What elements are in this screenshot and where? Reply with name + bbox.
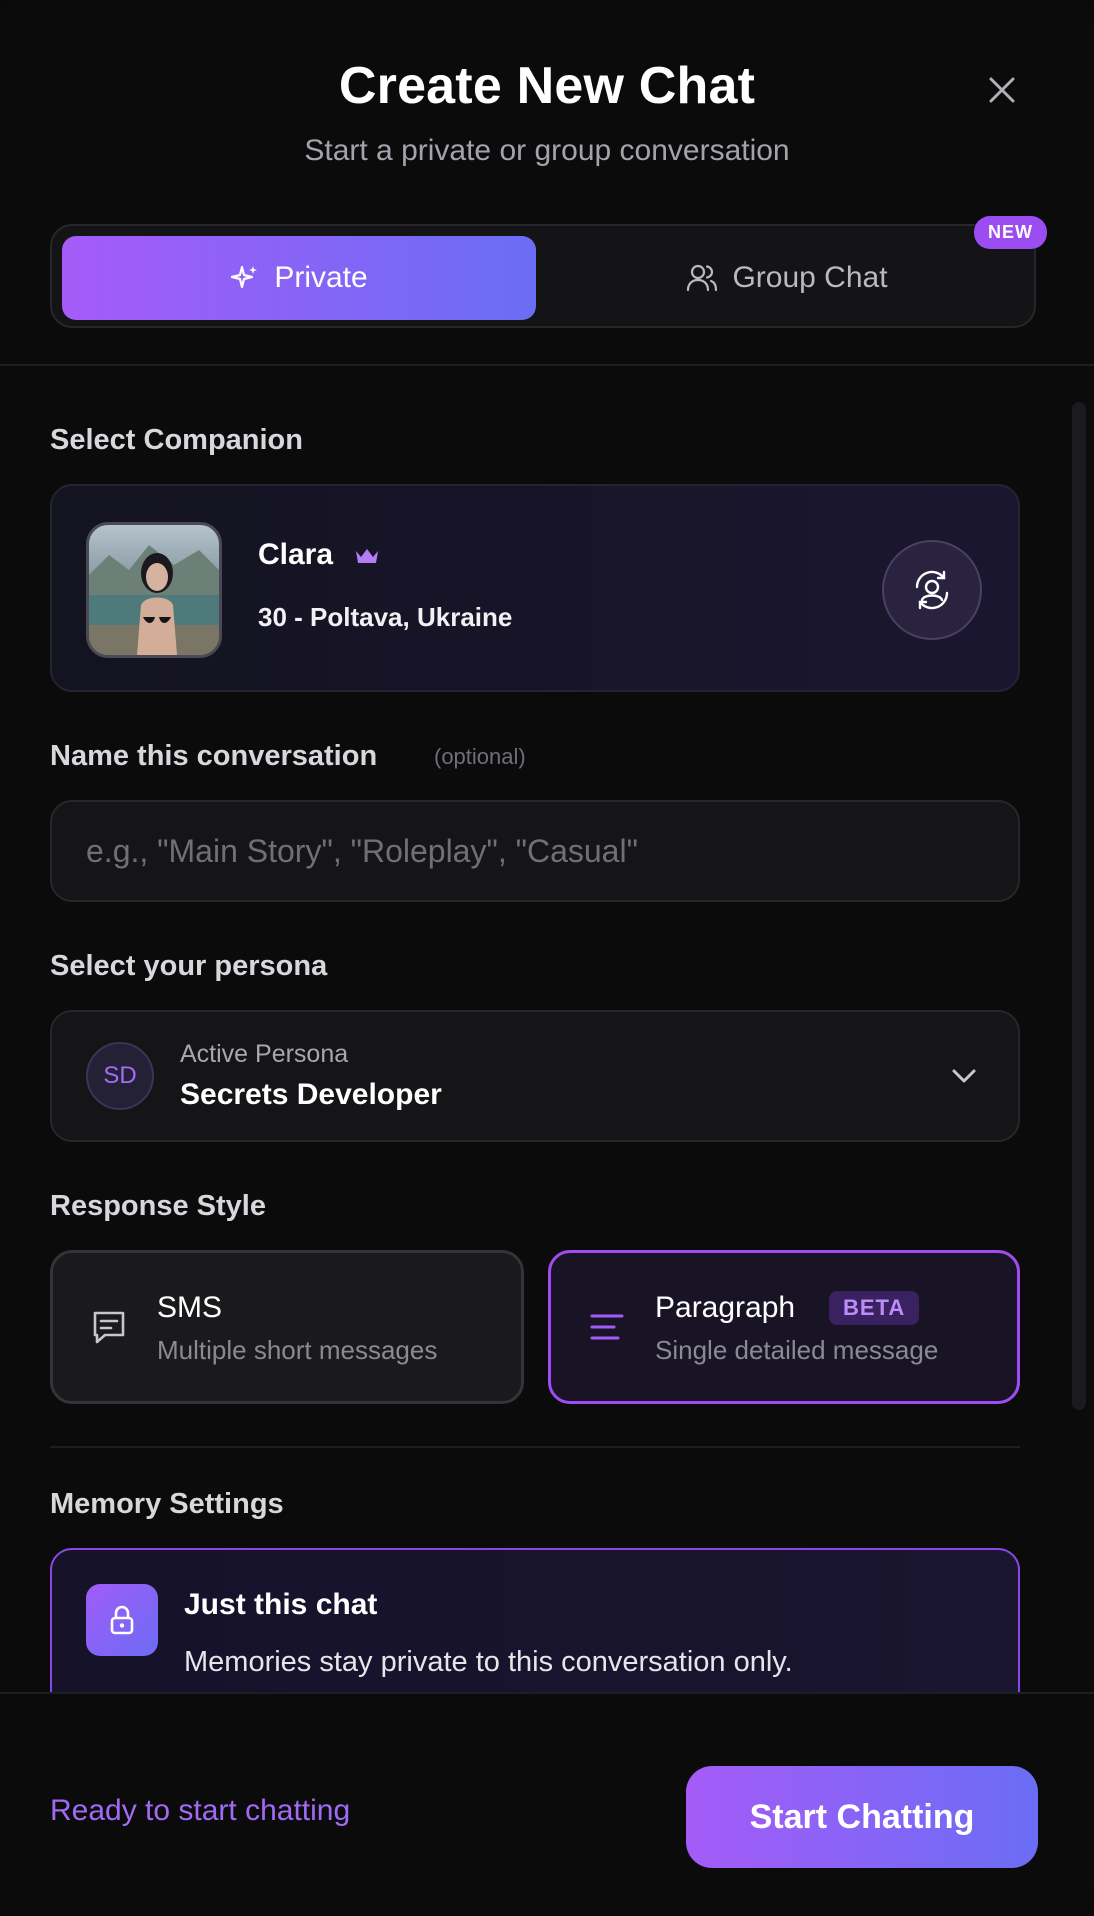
modal-title: Create New Chat <box>338 57 756 115</box>
tab-group-chat[interactable]: Group Chat <box>550 236 1024 320</box>
swap-user-icon <box>915 570 949 610</box>
persona-caption: Active Persona <box>180 1040 349 1068</box>
chat-type-tabs: Private Group Chat <box>50 224 1036 328</box>
response-style-sms[interactable]: SMS Multiple short messages <box>50 1250 524 1404</box>
start-chatting-button[interactable]: Start Chatting <box>686 1766 1038 1868</box>
paragraph-icon <box>587 1307 627 1352</box>
ready-status: Ready to start chatting <box>50 1794 351 1827</box>
section-divider <box>50 1446 1020 1448</box>
tab-group-chat-label: Group Chat <box>732 261 888 294</box>
tab-private[interactable]: Private <box>62 236 536 320</box>
close-button[interactable] <box>978 66 1026 114</box>
companion-card[interactable]: Clara 30 - Poltava, Ukraine <box>50 484 1020 692</box>
swap-companion-button[interactable] <box>882 540 982 640</box>
memory-title: Just this chat <box>184 1588 378 1621</box>
select-companion-label: Select Companion <box>50 424 303 456</box>
lock-tile <box>86 1584 158 1656</box>
companion-name: Clara <box>258 538 334 571</box>
modal-footer: Ready to start chatting Start Chatting <box>0 1692 1094 1916</box>
message-icon <box>89 1307 129 1352</box>
users-icon <box>686 263 718 293</box>
response-style-label: Response Style <box>50 1190 266 1222</box>
persona-select[interactable]: SD Active Persona Secrets Developer <box>50 1010 1020 1142</box>
conversation-name-input[interactable] <box>50 800 1020 902</box>
response-style-paragraph[interactable]: Paragraph BETA Single detailed message <box>548 1250 1020 1404</box>
tab-private-label: Private <box>274 261 368 294</box>
sms-desc: Multiple short messages <box>157 1335 438 1365</box>
companion-avatar <box>86 522 222 658</box>
close-icon <box>989 77 1015 103</box>
persona-label: Select your persona <box>50 950 328 982</box>
scrollbar[interactable] <box>1072 402 1086 1410</box>
chevron-down-icon <box>948 1060 980 1097</box>
persona-name: Secrets Developer <box>180 1078 442 1111</box>
create-chat-modal: Create New Chat Start a private or group… <box>0 0 1094 1916</box>
conversation-name-label: Name this conversation <box>50 740 378 772</box>
modal-subtitle: Start a private or group conversation <box>304 134 790 167</box>
sparkles-icon <box>230 263 260 293</box>
paragraph-desc: Single detailed message <box>655 1335 939 1365</box>
crown-icon <box>354 546 380 571</box>
companion-meta: 30 - Poltava, Ukraine <box>258 602 513 632</box>
sms-title: SMS <box>157 1291 223 1324</box>
lock-icon <box>110 1605 134 1635</box>
beta-badge: BETA <box>829 1291 920 1325</box>
memory-settings-label: Memory Settings <box>50 1488 284 1520</box>
paragraph-title: Paragraph <box>655 1291 796 1324</box>
header-divider <box>0 364 1094 366</box>
memory-desc: Memories stay private to this conversati… <box>184 1646 793 1678</box>
persona-avatar: SD <box>86 1042 154 1110</box>
optional-hint: (optional) <box>434 744 526 769</box>
new-badge: NEW <box>974 216 1047 249</box>
